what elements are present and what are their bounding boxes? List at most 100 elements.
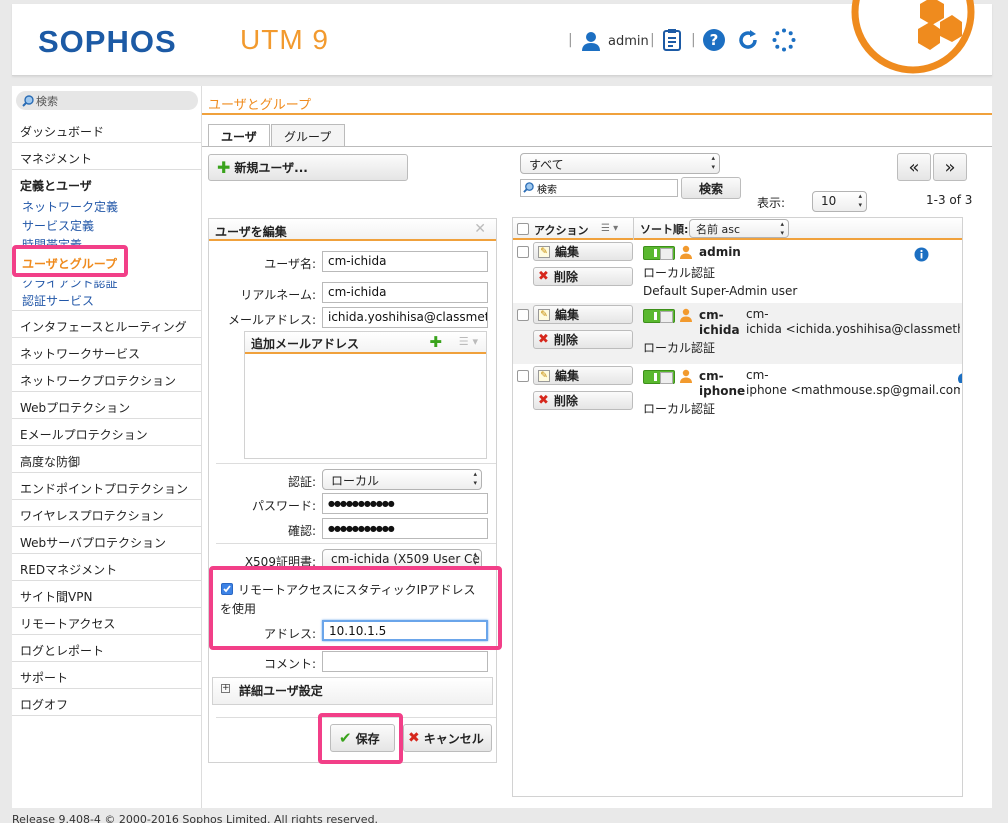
list-search-button[interactable]: 検索: [681, 177, 741, 199]
delete-button-label: 削除: [553, 394, 578, 408]
display-count-select[interactable]: 10: [812, 191, 867, 212]
realname-input[interactable]: cm-ichida: [322, 282, 488, 303]
sidebar-search-input[interactable]: 検索: [16, 91, 198, 110]
row-delete-button[interactable]: ✖ 削除: [533, 391, 633, 410]
user-comment: Default Super-Admin user: [643, 284, 798, 298]
user-name: cm-: [699, 369, 724, 383]
email-label: メールアドレス:: [227, 313, 316, 327]
sidebar-item-email-protection[interactable]: Eメールプロテクション: [12, 419, 202, 446]
list-menu-icon[interactable]: ☰ ▾: [459, 335, 478, 348]
sidebar-item-wireless-protection[interactable]: ワイヤレスプロテクション: [12, 500, 202, 527]
sort-label: ソート順:: [640, 223, 689, 236]
sidebar-item-red-management[interactable]: REDマネジメント: [12, 554, 202, 581]
sidebar-search-placeholder: 検索: [36, 94, 58, 108]
comment-input[interactable]: [322, 651, 488, 672]
row-edit-button[interactable]: ✎ 編集: [533, 305, 633, 324]
sidebar-subitem-auth-services[interactable]: 認証サービス: [22, 292, 94, 309]
header-separator: |: [691, 32, 696, 48]
sidebar-item-webserver-protection[interactable]: Webサーバプロテクション: [12, 527, 202, 554]
edit-icon: ✎: [538, 245, 550, 258]
user-enabled-toggle[interactable]: [643, 309, 675, 323]
sidebar-item-web-protection[interactable]: Webプロテクション: [12, 392, 202, 419]
info-icon[interactable]: [914, 247, 929, 262]
form-divider: [216, 543, 496, 544]
column-menu-icon[interactable]: ☰ ▾: [601, 223, 618, 234]
user-auth-method: ローカル認証: [643, 402, 716, 416]
extra-email-header: 追加メールアドレス ✚ ☰ ▾: [245, 332, 486, 354]
auth-select[interactable]: ローカル: [322, 469, 482, 490]
sidebar-item-interfaces-routing[interactable]: インタフェースとルーティング: [12, 311, 202, 338]
header-divider: [633, 218, 634, 240]
list-search-placeholder: 検索: [537, 185, 557, 196]
row-edit-button[interactable]: ✎ 編集: [533, 366, 633, 385]
confirm-password-input[interactable]: ●●●●●●●●●●●: [322, 518, 488, 539]
add-icon[interactable]: ✚: [429, 333, 442, 351]
edit-icon: ✎: [538, 308, 550, 321]
prev-page-button[interactable]: «: [897, 153, 931, 181]
tab-groups[interactable]: グループ: [271, 124, 345, 146]
highlight-users-groups: [12, 245, 128, 277]
user-name-line2: iphone: [699, 384, 746, 398]
tab-users[interactable]: ユーザ: [208, 124, 270, 147]
sidebar-item-network-protection[interactable]: ネットワークプロテクション: [12, 365, 202, 392]
row-edit-button[interactable]: ✎ 編集: [533, 242, 633, 261]
sidebar-item-remote-access[interactable]: リモートアクセス: [12, 608, 202, 635]
footer-copyright: Release 9.408-4 © 2000-2016 Sophos Limit…: [12, 813, 379, 823]
sidebar-item-dashboard[interactable]: ダッシュボード: [12, 116, 202, 143]
email-input[interactable]: ichida.yoshihisa@classmethod.jp: [322, 307, 488, 328]
sophos-logo: SOPHOS: [38, 24, 177, 59]
sidebar-item-site-to-site-vpn[interactable]: サイト間VPN: [12, 581, 202, 608]
sidebar-item-endpoint-protection[interactable]: エンドポイントプロテクション: [12, 473, 202, 500]
row-checkbox[interactable]: [517, 246, 529, 258]
clipboard-icon[interactable]: [660, 28, 684, 52]
select-all-checkbox[interactable]: [517, 223, 529, 235]
help-icon[interactable]: ?: [702, 28, 726, 52]
plus-icon: ✚: [217, 158, 231, 177]
search-icon: [22, 94, 34, 107]
row-checkbox[interactable]: [517, 309, 529, 321]
password-label: パスワード:: [251, 499, 316, 513]
sidebar-item-logoff[interactable]: ログオフ: [12, 689, 202, 716]
highlight-static-ip: [209, 566, 502, 650]
user-email: iphone <mathmouse.sp@gmail.com>: [746, 383, 960, 397]
sidebar-subitem-network-definitions[interactable]: ネットワーク定義: [22, 198, 118, 215]
user-icon: [582, 32, 600, 51]
sidebar-subitem-service-definitions[interactable]: サービス定義: [22, 217, 94, 234]
sidebar-item-label: 定義とユーザ: [20, 179, 92, 193]
extra-email-title: 追加メールアドレス: [251, 337, 360, 351]
filter-select[interactable]: すべて: [520, 153, 720, 174]
password-input[interactable]: ●●●●●●●●●●●: [322, 493, 488, 514]
cancel-button-label: キャンセル: [423, 731, 484, 746]
user-auth-method: ローカル認証: [643, 341, 716, 355]
next-page-button[interactable]: »: [933, 153, 967, 181]
close-icon[interactable]: ✕: [474, 221, 486, 237]
sidebar-item-support[interactable]: サポート: [12, 662, 202, 689]
user-auth-method: ローカル認証: [643, 266, 716, 280]
sidebar-item-logging-reporting[interactable]: ログとレポート: [12, 635, 202, 662]
username-input[interactable]: cm-ichida: [322, 251, 488, 272]
edit-button-label: 編集: [555, 369, 580, 383]
row-delete-button[interactable]: ✖ 削除: [533, 267, 633, 286]
cancel-button[interactable]: ✖ キャンセル: [403, 724, 492, 752]
user-email: ichida <ichida.yoshihisa@classmethod.jp>: [746, 322, 960, 336]
cancel-x-icon: ✖: [408, 730, 420, 746]
sidebar-item-network-services[interactable]: ネットワークサービス: [12, 338, 202, 365]
user-icon: [680, 369, 692, 383]
sidebar-item-management[interactable]: マネジメント: [12, 143, 202, 170]
sidebar-item-advanced-protection[interactable]: 高度な防御: [12, 446, 202, 473]
user-enabled-toggle[interactable]: [643, 370, 675, 384]
edit-button-label: 編集: [555, 308, 580, 322]
sort-select[interactable]: 名前 asc: [689, 219, 789, 238]
result-count: 1-3 of 3: [926, 193, 973, 207]
new-user-button[interactable]: ✚ 新規ユーザ...: [208, 154, 408, 181]
list-search-input[interactable]: 検索: [520, 179, 678, 197]
delete-icon: ✖: [538, 332, 549, 347]
user-name-line2: ichida: [699, 323, 740, 337]
user-realname: cm-: [746, 368, 769, 382]
user-enabled-toggle[interactable]: [643, 246, 675, 260]
row-delete-button[interactable]: ✖ 削除: [533, 330, 633, 349]
refresh-icon[interactable]: [736, 28, 760, 52]
row-checkbox[interactable]: [517, 370, 529, 382]
user-menu[interactable]: admin: [580, 27, 649, 55]
advanced-settings-toggle[interactable]: + 詳細ユーザ設定: [212, 677, 493, 705]
